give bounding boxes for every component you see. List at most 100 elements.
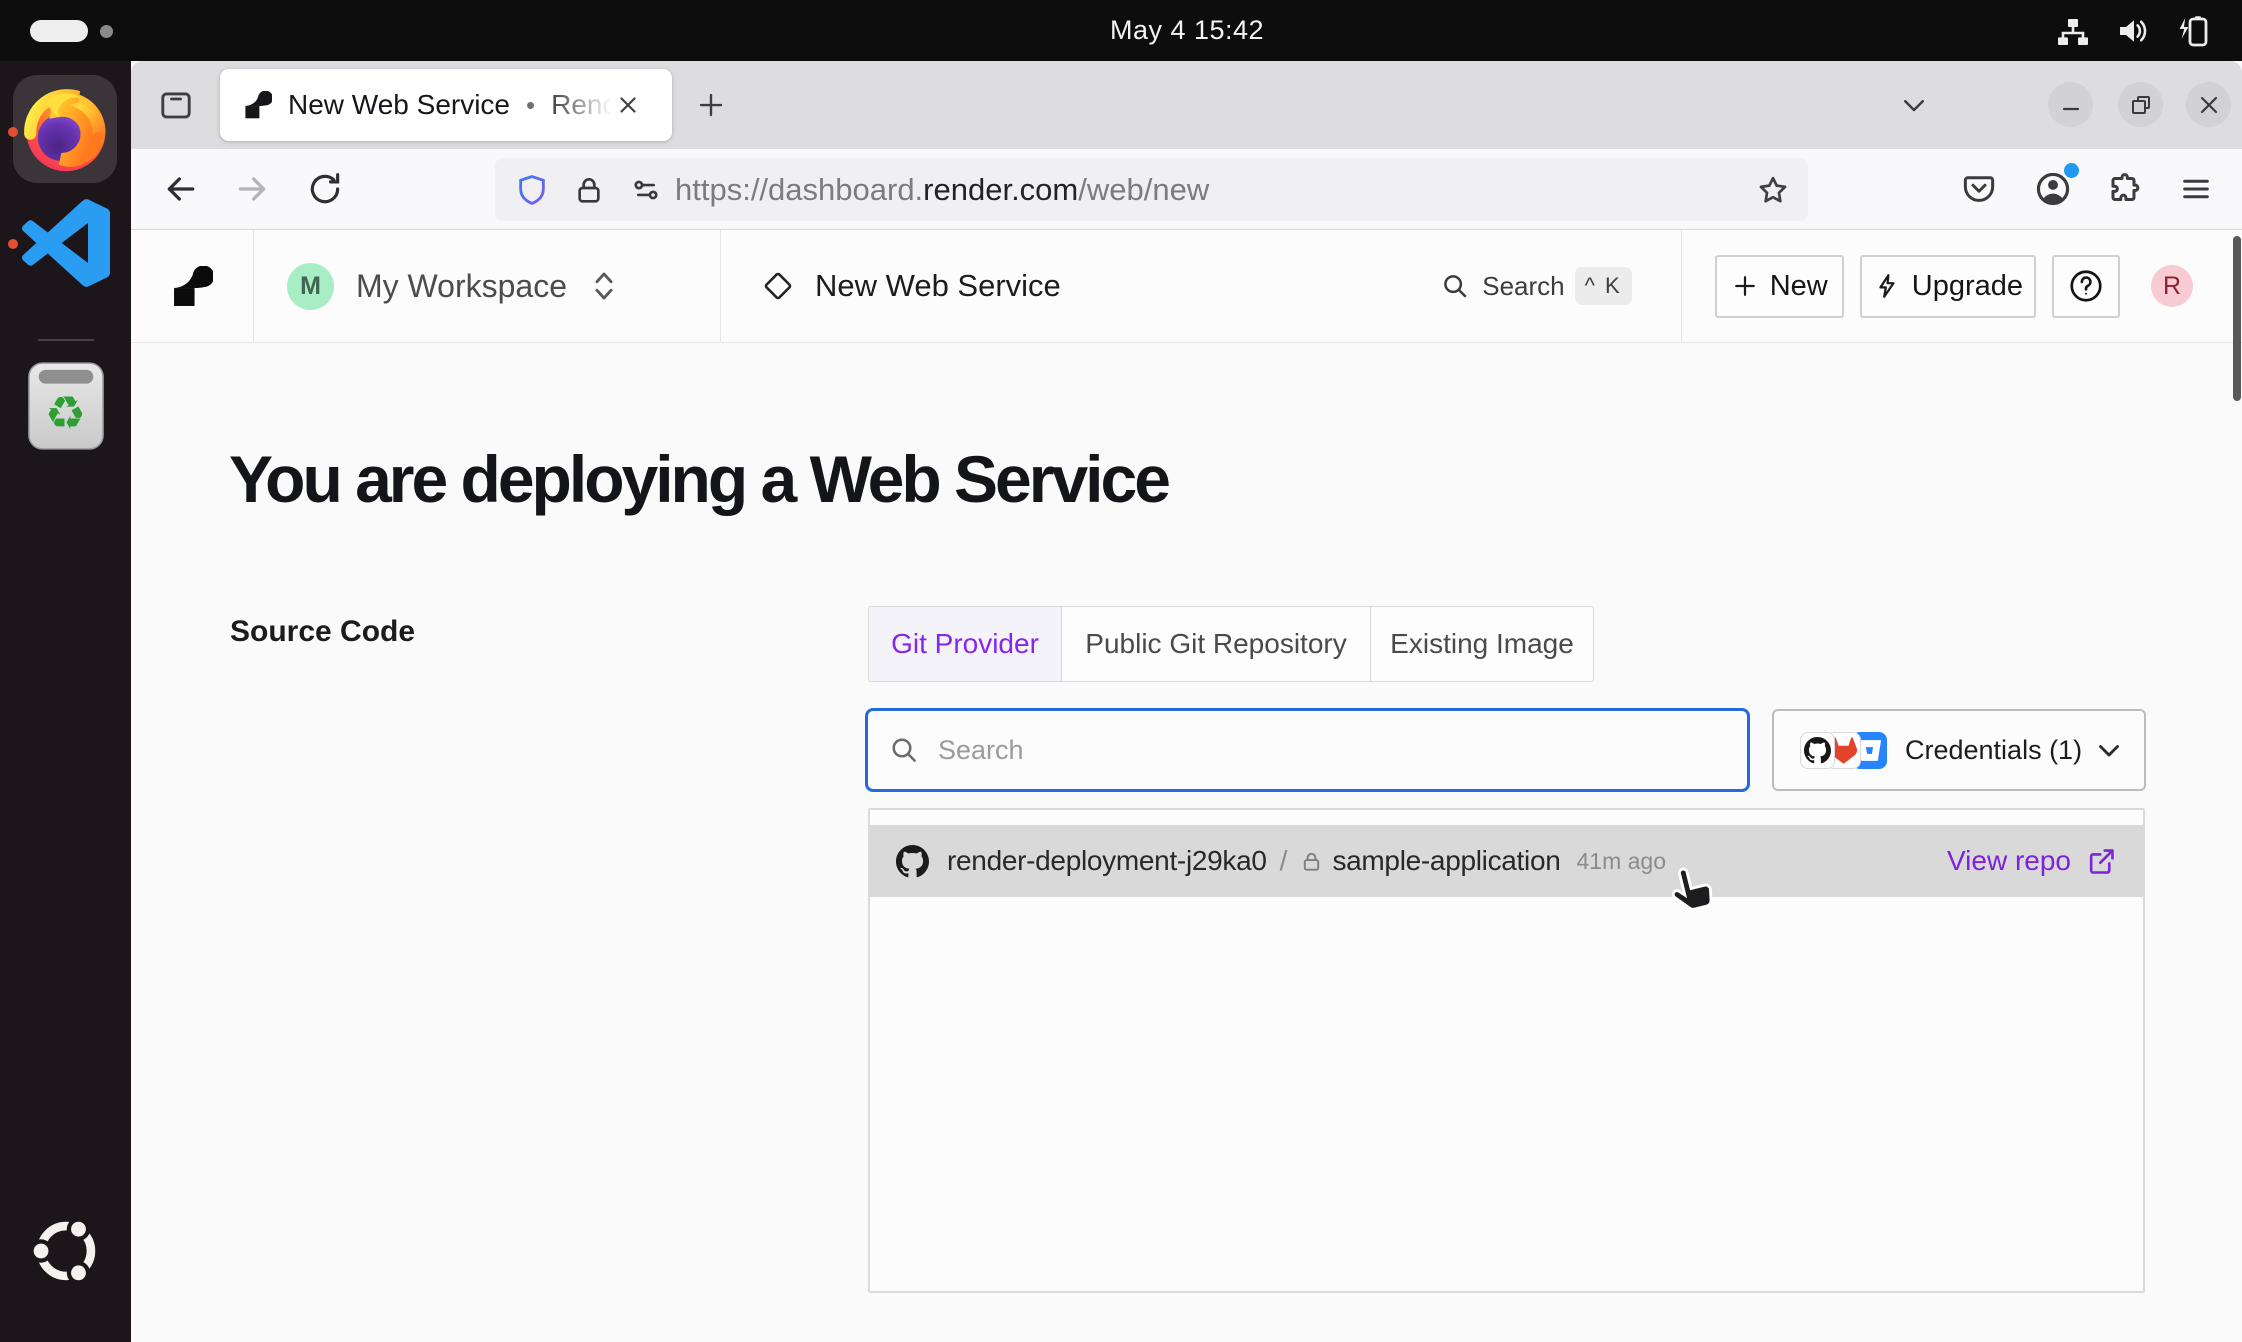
pocket-button[interactable] — [1951, 161, 2007, 217]
volume-icon — [2116, 15, 2150, 47]
repo-row[interactable]: render-deployment-j29ka0 / sample-applic… — [870, 825, 2143, 897]
account-button[interactable] — [2025, 161, 2081, 217]
reload-button[interactable] — [297, 161, 353, 217]
upgrade-button-label: Upgrade — [1912, 270, 2023, 303]
workspace-selector[interactable]: M My Workspace — [254, 263, 720, 310]
view-repo-label: View repo — [1947, 845, 2071, 877]
firefox-view-button[interactable] — [155, 79, 197, 131]
repo-org: render-deployment-j29ka0 — [947, 845, 1267, 877]
tab-close-button[interactable] — [615, 92, 641, 118]
page-title: New Web Service — [815, 268, 1061, 304]
render-home-link[interactable] — [131, 266, 253, 307]
system-status-icons[interactable] — [2056, 0, 2214, 61]
lock-icon[interactable] — [573, 174, 605, 206]
pocket-icon — [1961, 171, 1997, 207]
menu-button[interactable] — [2168, 161, 2224, 217]
plus-icon — [696, 90, 726, 120]
minimize-icon — [2060, 94, 2082, 116]
breadcrumb: New Web Service — [721, 268, 1440, 304]
header-actions: New Upgrade R — [1715, 255, 2242, 318]
github-credential-badge — [1800, 732, 1835, 769]
browser-tab-bar: New Web Service • Rend — [131, 61, 2242, 149]
ubuntu-logo-icon — [27, 1212, 105, 1290]
dock-divider — [38, 339, 94, 341]
source-tabs: Git Provider Public Git Repository Exist… — [868, 606, 1594, 682]
page-scrollbar-thumb[interactable] — [2233, 236, 2241, 401]
dashboard-header: M My Workspace New Web Service Search ^ … — [131, 230, 2242, 343]
dock-item-ubuntu[interactable] — [0, 1212, 131, 1332]
credentials-select[interactable]: Credentials (1) — [1772, 709, 2146, 791]
firefox-running-dot — [8, 127, 18, 137]
recycle-symbol-icon: ♻ — [0, 383, 131, 443]
url-text[interactable]: https://dashboard.render.com/web/new — [675, 172, 1756, 208]
restore-icon — [2129, 93, 2153, 117]
repo-separator: / — [1280, 845, 1288, 877]
mouse-cursor-pointer — [1669, 865, 1715, 915]
browser-tab[interactable]: New Web Service • Rend — [220, 69, 672, 141]
window-restore-button[interactable] — [2118, 82, 2163, 127]
render-dashboard-page: M My Workspace New Web Service Search ^ … — [131, 230, 2242, 1342]
back-button[interactable] — [153, 161, 209, 217]
forward-button[interactable] — [224, 161, 280, 217]
back-icon — [161, 169, 201, 209]
upgrade-button[interactable]: Upgrade — [1860, 255, 2036, 318]
repo-time: 41m ago — [1577, 848, 1667, 875]
workspace-indicator-dot[interactable] — [100, 25, 113, 38]
account-notification-dot — [2064, 163, 2079, 178]
tab-title-separator: • — [526, 90, 535, 121]
workspace-indicator-pill[interactable] — [30, 20, 88, 42]
repo-name: sample-application — [1332, 845, 1560, 877]
help-button[interactable] — [2052, 255, 2120, 318]
github-icon — [896, 845, 929, 878]
tab-existing-image[interactable]: Existing Image — [1371, 606, 1594, 682]
new-button[interactable]: New — [1715, 255, 1844, 318]
view-repo-link[interactable]: View repo — [1947, 845, 2117, 877]
plus-icon — [1731, 272, 1759, 300]
window-minimize-button[interactable] — [2048, 82, 2093, 127]
user-avatar[interactable]: R — [2151, 265, 2193, 307]
header-divider — [1681, 230, 1682, 342]
list-all-tabs-button[interactable] — [1891, 83, 1937, 127]
credentials-label: Credentials (1) — [1905, 735, 2082, 766]
tracking-protection-shield-icon[interactable] — [515, 173, 549, 207]
dock-item-firefox[interactable] — [0, 73, 131, 199]
browser-nav-toolbar: https://dashboard.render.com/web/new — [131, 149, 2242, 230]
hamburger-icon — [2179, 172, 2213, 206]
tab-public-git-repository[interactable]: Public Git Repository — [1062, 606, 1371, 682]
bitbucket-icon — [1858, 739, 1881, 762]
tab-git-provider[interactable]: Git Provider — [868, 606, 1062, 682]
lightning-icon — [1873, 272, 1901, 300]
workspace-avatar: M — [287, 263, 334, 310]
permissions-icon[interactable] — [629, 173, 663, 207]
repo-list-panel: render-deployment-j29ka0 / sample-applic… — [868, 808, 2145, 1293]
render-logo-icon — [172, 266, 213, 307]
vscode-running-dot — [8, 239, 18, 249]
global-search-button[interactable]: Search ^ K — [1440, 267, 1681, 305]
service-diamond-icon — [761, 269, 795, 303]
source-code-label: Source Code — [230, 615, 415, 649]
dock-item-vscode[interactable] — [0, 199, 131, 315]
chevron-down-icon — [2092, 733, 2126, 767]
battery-icon — [2176, 15, 2214, 47]
dock-item-trash[interactable]: ♻ — [0, 361, 131, 469]
window-close-button[interactable] — [2186, 82, 2231, 127]
system-clock[interactable]: May 4 15:42 — [132, 0, 2242, 61]
search-shortcut-badge: ^ K — [1575, 267, 1632, 305]
help-icon — [2067, 267, 2105, 305]
tab-title-site: Rend — [551, 89, 615, 121]
forward-icon — [232, 169, 272, 209]
repo-search-input[interactable] — [938, 735, 1727, 766]
extensions-button[interactable] — [2097, 161, 2153, 217]
new-button-label: New — [1770, 270, 1828, 303]
system-top-bar: May 4 15:42 — [0, 0, 2242, 61]
bookmark-star-icon[interactable] — [1756, 173, 1790, 207]
browser-window: New Web Service • Rend — [131, 61, 2242, 1342]
new-tab-button[interactable] — [689, 83, 733, 127]
external-link-icon — [2086, 846, 2117, 877]
network-icon — [2056, 15, 2090, 47]
workspace-name: My Workspace — [356, 268, 567, 305]
firefox-icon — [19, 82, 113, 176]
url-bar[interactable]: https://dashboard.render.com/web/new — [495, 158, 1808, 221]
tab-favicon-render-icon — [244, 91, 272, 119]
tab-title: New Web Service — [288, 89, 510, 121]
